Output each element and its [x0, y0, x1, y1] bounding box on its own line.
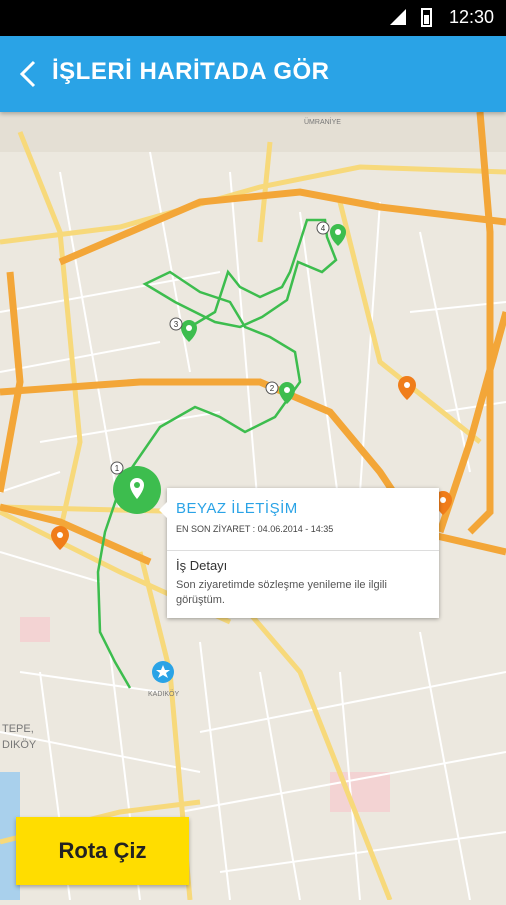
map-label-kadikoy: KADIKÖY	[148, 690, 179, 698]
back-button[interactable]	[14, 56, 44, 92]
chevron-left-icon	[19, 60, 36, 88]
info-card[interactable]: BEYAZ İLETİŞİM EN SON ZİYARET : 04.06.20…	[159, 488, 439, 618]
status-time: 12:30	[448, 7, 494, 27]
divider	[167, 550, 439, 551]
draw-route-button[interactable]: Rota Çiz	[16, 817, 189, 885]
battery-icon	[421, 8, 432, 27]
marker-number: 1	[115, 464, 120, 473]
customer-name: BEYAZ İLETİŞİM	[176, 500, 298, 517]
map-label-dikoy: DIKÖY	[2, 739, 37, 751]
page-title: İŞLERİ HARİTADA GÖR	[52, 58, 330, 85]
marker-number: 3	[174, 320, 179, 329]
signal-icon	[390, 9, 406, 25]
map-label-umraniye: ÜMRANİYE	[304, 117, 341, 126]
detail-text: Son ziyaretimde sözleşme yenileme ile il…	[176, 579, 387, 606]
last-visit-text: EN SON ZİYARET : 04.06.2014 - 14:35	[176, 524, 334, 534]
star-location-marker[interactable]	[152, 661, 174, 683]
map-label-tepe: TEPE,	[2, 723, 34, 735]
detail-title: İş Detayı	[176, 558, 228, 573]
marker-number: 4	[321, 224, 326, 233]
app-bar: İŞLERİ HARİTADA GÖR	[0, 36, 506, 112]
marker-number: 2	[270, 384, 275, 393]
status-bar: 12:30	[0, 0, 506, 36]
